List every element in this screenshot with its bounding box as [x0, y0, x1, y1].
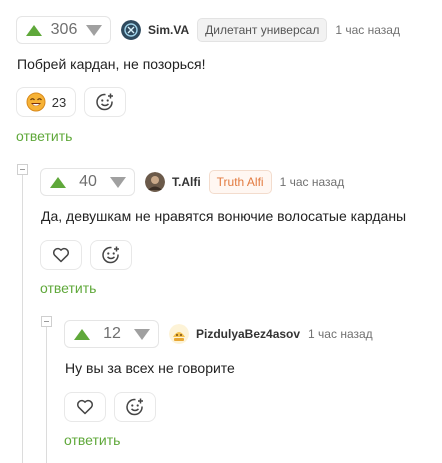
downvote-button[interactable]: [86, 24, 102, 36]
add-reaction-button[interactable]: [84, 87, 126, 117]
downvote-button[interactable]: [134, 328, 150, 340]
add-reaction-icon: [126, 398, 143, 416]
vote-widget: 40: [40, 168, 135, 196]
laughing-emoji-icon: [26, 92, 46, 112]
comment-actions: [40, 240, 132, 270]
comment-header: 12 PizdulyaBez4asov 1 час назад: [64, 320, 373, 348]
comment-header: 306 Sim.VA Дилетант универсал 1 час наза…: [16, 16, 400, 44]
author-name[interactable]: Sim.VA: [148, 23, 189, 37]
comment-time[interactable]: 1 час назад: [335, 23, 400, 37]
collapse-thread-icon[interactable]: [41, 316, 52, 327]
reply-link[interactable]: ответить: [16, 128, 72, 144]
comment-text: Ну вы за всех не говорите: [65, 360, 235, 376]
like-button[interactable]: [64, 392, 106, 422]
comment-actions: [64, 392, 156, 422]
author-name[interactable]: PizdulyaBez4asov: [196, 327, 300, 341]
author-badge: Truth Alfi: [208, 170, 272, 194]
author-name[interactable]: T.Alfi: [172, 175, 201, 189]
reaction-button-laugh[interactable]: 23: [16, 87, 76, 117]
comment-time[interactable]: 1 час назад: [308, 327, 373, 341]
add-reaction-icon: [96, 93, 113, 111]
avatar[interactable]: [169, 324, 189, 344]
score: 40: [79, 173, 97, 190]
downvote-button[interactable]: [110, 176, 126, 188]
collapse-thread-icon[interactable]: [17, 164, 28, 175]
comment-actions: 23: [16, 87, 126, 117]
upvote-button[interactable]: [26, 24, 42, 36]
comment-text: Да, девушкам не нравятся вонючие волосат…: [41, 208, 407, 224]
reply-link[interactable]: ответить: [64, 432, 120, 448]
avatar-icon: [121, 20, 141, 40]
comment-time[interactable]: 1 час назад: [280, 175, 345, 189]
author-badge: Дилетант универсал: [197, 18, 328, 42]
avatar-icon: [145, 172, 165, 192]
comment-header: 40 T.Alfi Truth Alfi 1 час назад: [40, 168, 344, 196]
heart-icon: [77, 399, 93, 415]
avatar[interactable]: [121, 20, 141, 40]
avatar[interactable]: [145, 172, 165, 192]
upvote-button[interactable]: [50, 176, 66, 188]
score: 12: [103, 325, 121, 342]
heart-icon: [53, 247, 69, 263]
reaction-count: 23: [51, 94, 67, 110]
upvote-button[interactable]: [74, 328, 90, 340]
thread-line-level-1: [22, 175, 23, 463]
like-button[interactable]: [40, 240, 82, 270]
add-reaction-button[interactable]: [114, 392, 156, 422]
score: 306: [50, 21, 78, 38]
reply-link[interactable]: ответить: [40, 280, 96, 296]
comment-text: Побрей кардан, не позорься!: [17, 56, 206, 72]
add-reaction-button[interactable]: [90, 240, 132, 270]
avatar-icon: [169, 324, 189, 344]
thread-line-level-2: [46, 327, 47, 463]
vote-widget: 12: [64, 320, 159, 348]
vote-widget: 306: [16, 16, 111, 44]
add-reaction-icon: [102, 246, 119, 264]
